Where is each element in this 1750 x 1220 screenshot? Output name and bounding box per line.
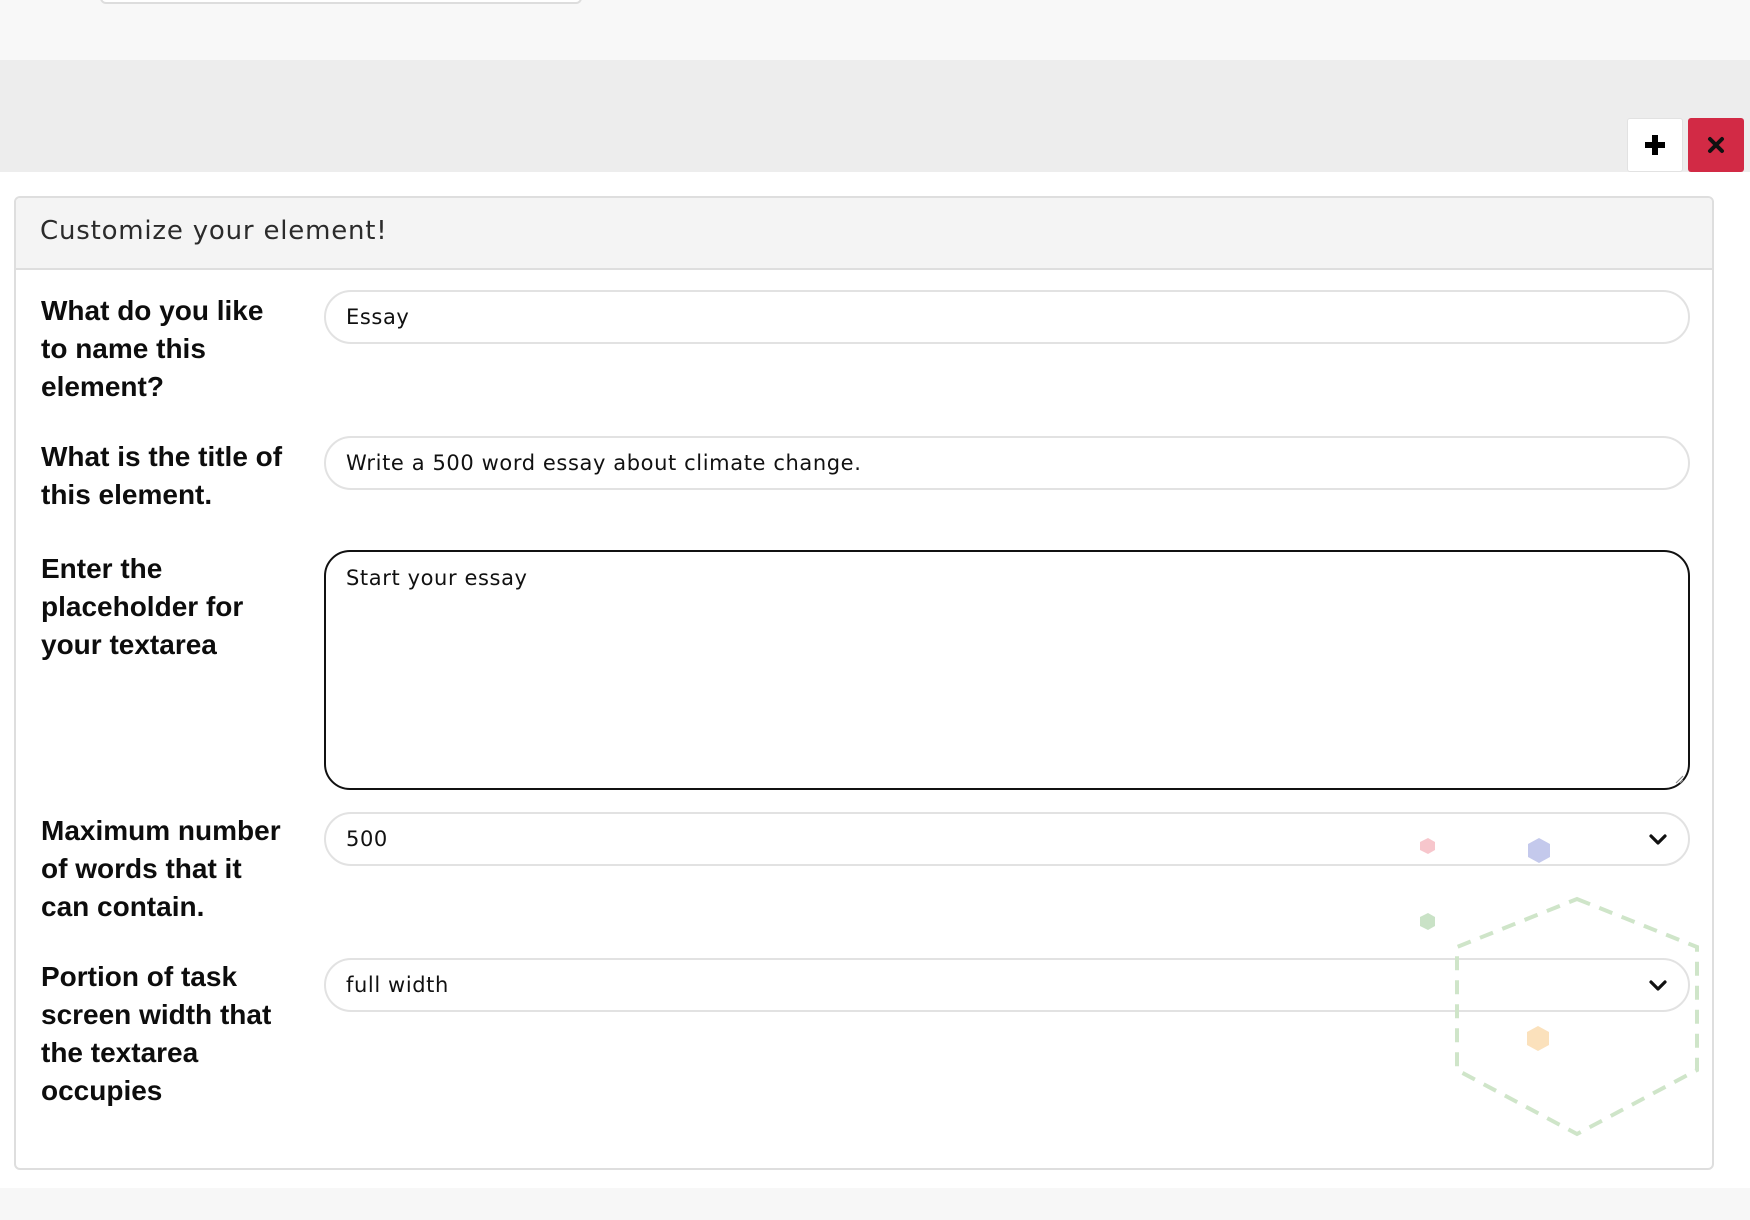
close-button[interactable] <box>1688 118 1744 172</box>
placeholder-value: Start your essay <box>346 566 528 590</box>
pink-hexagon-icon <box>1420 838 1435 854</box>
element-title-label: What is the title of this element. <box>41 441 283 510</box>
top-bar <box>0 0 1750 60</box>
dashed-hexagon-outline-icon <box>1455 896 1699 1137</box>
page-footer-strip <box>0 1188 1750 1220</box>
top-input-field[interactable] <box>100 0 582 4</box>
toolbar-strip <box>0 60 1750 172</box>
resize-handle-icon[interactable] <box>1672 772 1684 784</box>
orange-hexagon-icon <box>1527 1026 1549 1051</box>
max-words-label: Maximum number of words that it can cont… <box>41 815 281 922</box>
close-x-icon <box>1708 137 1724 153</box>
element-title-value: Write a 500 word essay about climate cha… <box>346 451 862 475</box>
width-portion-label: Portion of task screen width that the te… <box>41 961 272 1106</box>
add-element-button[interactable] <box>1627 118 1683 172</box>
plus-icon <box>1645 135 1665 155</box>
element-name-label: What do you like to name this element? <box>41 295 264 402</box>
placeholder-textarea[interactable]: Start your essay <box>324 550 1690 790</box>
placeholder-label: Enter the placeholder for your textarea <box>41 553 244 660</box>
blue-hexagon-icon <box>1528 838 1550 863</box>
element-title-input[interactable]: Write a 500 word essay about climate cha… <box>324 436 1690 490</box>
decorative-hexagon-graphic <box>1420 838 1699 1137</box>
card-title: Customize your element! <box>40 216 388 246</box>
green-hexagon-icon <box>1420 913 1435 930</box>
element-name-value: Essay <box>346 305 410 329</box>
card-header: Customize your element! <box>16 198 1712 270</box>
element-name-input[interactable]: Essay <box>324 290 1690 344</box>
